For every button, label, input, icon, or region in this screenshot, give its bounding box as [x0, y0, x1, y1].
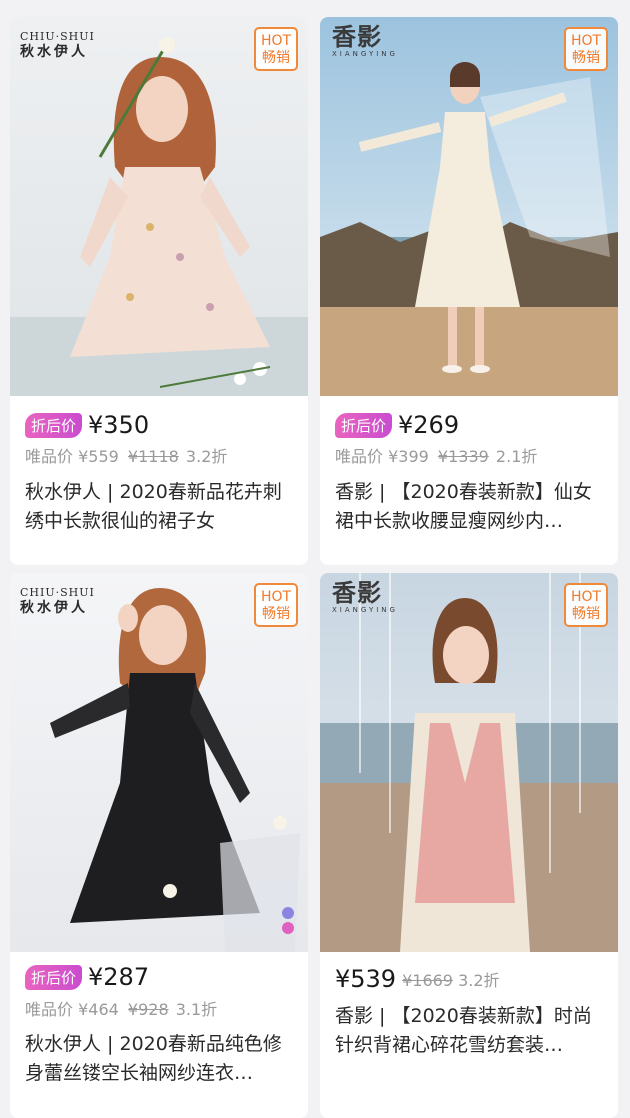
- hot-badge: HOT 畅销: [564, 27, 608, 71]
- brand-name-cn: 香影: [332, 23, 382, 51]
- price-row: 折后价 ¥350: [25, 410, 149, 440]
- brand-logo: CHIU·SHUI 秋水伊人: [20, 31, 95, 59]
- hot-badge: HOT 畅销: [254, 583, 298, 627]
- original-price: ¥1118: [127, 447, 179, 466]
- hot-badge-en: HOT: [570, 589, 602, 605]
- vip-price: ¥559: [78, 447, 119, 466]
- hot-badge-cn: 畅销: [262, 606, 290, 622]
- product-card[interactable]: CHIU·SHUI 秋水伊人 HOT 畅销 折后价 ¥350 唯品价 ¥559 …: [10, 17, 308, 565]
- price-meta: 唯品价 ¥464 ¥928 3.1折: [25, 996, 217, 1020]
- product-card[interactable]: CHIU·SHUI 秋水伊人 HOT 畅销 折后价 ¥287 唯品价 ¥464 …: [10, 573, 308, 1118]
- hot-badge-cn: 畅销: [262, 50, 290, 66]
- discount-rate: 3.2折: [458, 971, 500, 990]
- discount-rate: 3.2折: [185, 447, 228, 466]
- vip-price-label: 唯品价: [25, 1000, 74, 1019]
- product-image[interactable]: CHIU·SHUI 秋水伊人 HOT 畅销: [10, 573, 308, 952]
- product-card[interactable]: 香影 XIANGYING HOT 畅销 折后价 ¥269 唯品价 ¥399 ¥1…: [320, 17, 618, 565]
- price-row: 折后价 ¥287: [25, 962, 149, 992]
- brand-name-en: XIANGYING: [332, 606, 398, 614]
- discount-price: ¥350: [88, 411, 150, 439]
- hot-badge-cn: 畅销: [572, 606, 600, 622]
- price-meta: ¥1669 3.2折: [402, 967, 499, 991]
- price: ¥539: [335, 965, 397, 993]
- hot-badge-en: HOT: [260, 33, 292, 49]
- brand-name-cn: 香影: [332, 579, 382, 607]
- price-meta: 唯品价 ¥399 ¥1339 2.1折: [335, 443, 537, 467]
- product-image[interactable]: CHIU·SHUI 秋水伊人 HOT 畅销: [10, 17, 308, 396]
- hot-badge-en: HOT: [570, 33, 602, 49]
- discount-price-badge: 折后价: [25, 412, 83, 438]
- product-card[interactable]: 香影 XIANGYING HOT 畅销 ¥539 ¥1669 3.2折 香影 |…: [320, 573, 618, 1118]
- vip-price-label: 唯品价: [25, 447, 74, 466]
- product-grid: CHIU·SHUI 秋水伊人 HOT 畅销 折后价 ¥350 唯品价 ¥559 …: [0, 0, 630, 1118]
- brand-name-cn: 秋水伊人: [20, 600, 88, 616]
- price-row: ¥539 ¥1669 3.2折: [335, 964, 500, 994]
- discount-rate: 2.1折: [495, 447, 538, 466]
- brand-name-en: CHIU·SHUI: [20, 586, 95, 599]
- brand-name-en: XIANGYING: [332, 50, 398, 58]
- price-meta: 唯品价 ¥559 ¥1118 3.2折: [25, 443, 227, 467]
- product-image[interactable]: 香影 XIANGYING HOT 畅销: [320, 17, 618, 396]
- hot-badge-cn: 畅销: [572, 50, 600, 66]
- hot-badge: HOT 畅销: [564, 583, 608, 627]
- product-title[interactable]: 香影 | 【2020春装新款】仙女裙中长款收腰显瘦网纱内…: [335, 478, 607, 536]
- vip-price-label: 唯品价: [335, 447, 384, 466]
- product-image[interactable]: 香影 XIANGYING HOT 畅销: [320, 573, 618, 952]
- brand-logo: 香影 XIANGYING: [332, 581, 398, 614]
- discount-price: ¥269: [398, 411, 460, 439]
- vip-price: ¥399: [388, 447, 429, 466]
- discount-rate: 3.1折: [175, 1000, 218, 1019]
- brand-logo: 香影 XIANGYING: [332, 25, 398, 58]
- product-title[interactable]: 秋水伊人 | 2020春新品花卉刺绣中长款很仙的裙子女: [25, 478, 297, 536]
- product-title[interactable]: 香影 | 【2020春装新款】时尚针织背裙心碎花雪纺套装…: [335, 1002, 607, 1060]
- discount-price-badge: 折后价: [25, 964, 83, 990]
- price-row: 折后价 ¥269: [335, 410, 459, 440]
- discount-price-badge: 折后价: [335, 412, 393, 438]
- vip-price: ¥464: [78, 1000, 119, 1019]
- hot-badge-en: HOT: [260, 589, 292, 605]
- brand-name-en: CHIU·SHUI: [20, 30, 95, 43]
- hot-badge: HOT 畅销: [254, 27, 298, 71]
- original-price: ¥928: [127, 1000, 169, 1019]
- discount-price: ¥287: [88, 963, 150, 991]
- brand-logo: CHIU·SHUI 秋水伊人: [20, 587, 95, 615]
- original-price: ¥1339: [437, 447, 489, 466]
- product-title[interactable]: 秋水伊人 | 2020春新品纯色修身蕾丝镂空长袖网纱连衣…: [25, 1030, 297, 1088]
- original-price: ¥1669: [402, 971, 453, 990]
- brand-name-cn: 秋水伊人: [20, 44, 88, 60]
